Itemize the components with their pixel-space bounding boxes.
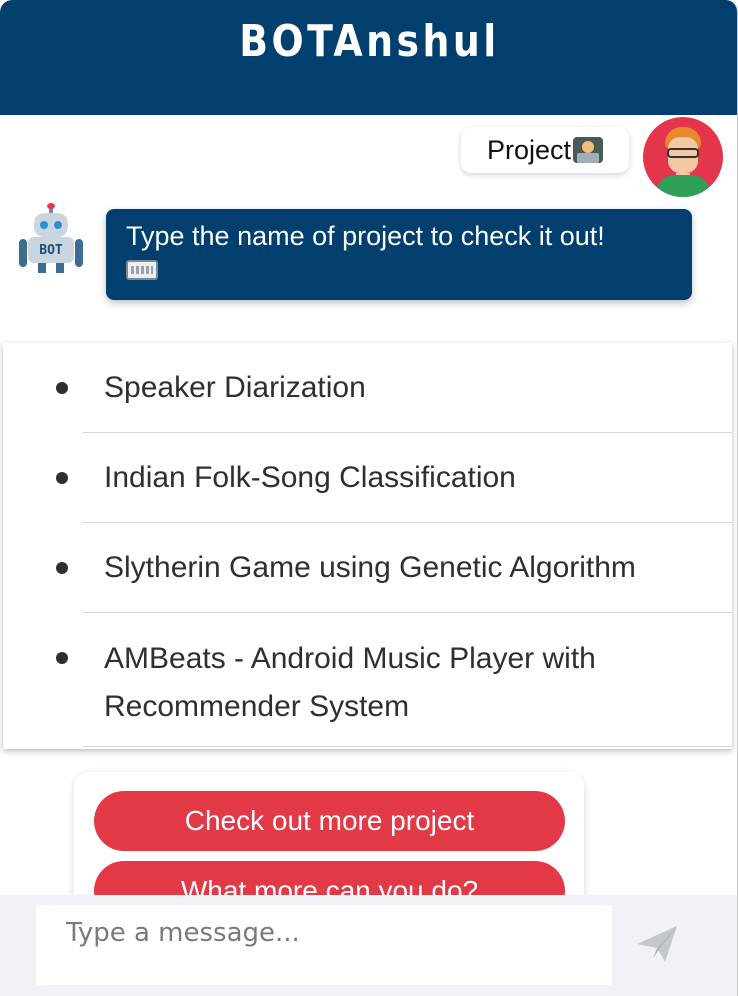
what-more-can-you-do-button[interactable]: What more can you do?	[94, 861, 565, 895]
project-list-item[interactable]: AMBeats - Android Music Player with Reco…	[56, 613, 732, 747]
project-list-card: Speaker Diarization Indian Folk-Song Cla…	[3, 343, 732, 749]
project-list-item[interactable]: Slytherin Game using Genetic Algorithm	[56, 523, 732, 613]
project-list-item[interactable]: Indian Folk-Song Classification	[56, 433, 732, 523]
user-message-bubble: Project	[461, 127, 629, 173]
bot-title: BOTAnshul	[238, 16, 500, 67]
bot-message-text: Type the name of project to check it out…	[126, 221, 605, 251]
check-out-more-project-button[interactable]: Check out more project	[94, 791, 565, 851]
send-button[interactable]	[630, 917, 684, 971]
message-input[interactable]	[36, 905, 612, 985]
project-list-item[interactable]: Speaker Diarization	[56, 343, 732, 433]
conversation-area[interactable]: Project BOT Type the name of project to	[0, 115, 737, 895]
chat-header: BOTAnshul	[0, 0, 737, 115]
bullet-icon	[56, 652, 68, 664]
chatbot-widget: BOTAnshul Project BOT Type the name of p…	[0, 0, 738, 996]
paper-plane-icon	[637, 926, 677, 962]
bullet-icon	[56, 472, 68, 484]
project-name: Speaker Diarization	[104, 371, 366, 404]
message-composer	[0, 895, 737, 996]
bullet-icon	[56, 562, 68, 574]
bullet-icon	[56, 382, 68, 394]
project-name: Indian Folk-Song Classification	[104, 461, 516, 494]
quick-replies-panel: Check out more project What more can you…	[74, 772, 584, 895]
project-list: Speaker Diarization Indian Folk-Song Cla…	[3, 343, 732, 747]
project-name: Slytherin Game using Genetic Algorithm	[104, 551, 636, 584]
technologist-emoji-icon	[573, 137, 604, 163]
project-name: AMBeats - Android Music Player with Reco…	[104, 642, 596, 723]
keyboard-emoji-icon	[126, 260, 158, 280]
bot-message-bubble: Type the name of project to check it out…	[106, 209, 692, 300]
user-message-text: Project	[486, 134, 572, 165]
robot-bot-avatar-icon: BOT	[18, 203, 84, 275]
user-avatar	[643, 117, 723, 197]
